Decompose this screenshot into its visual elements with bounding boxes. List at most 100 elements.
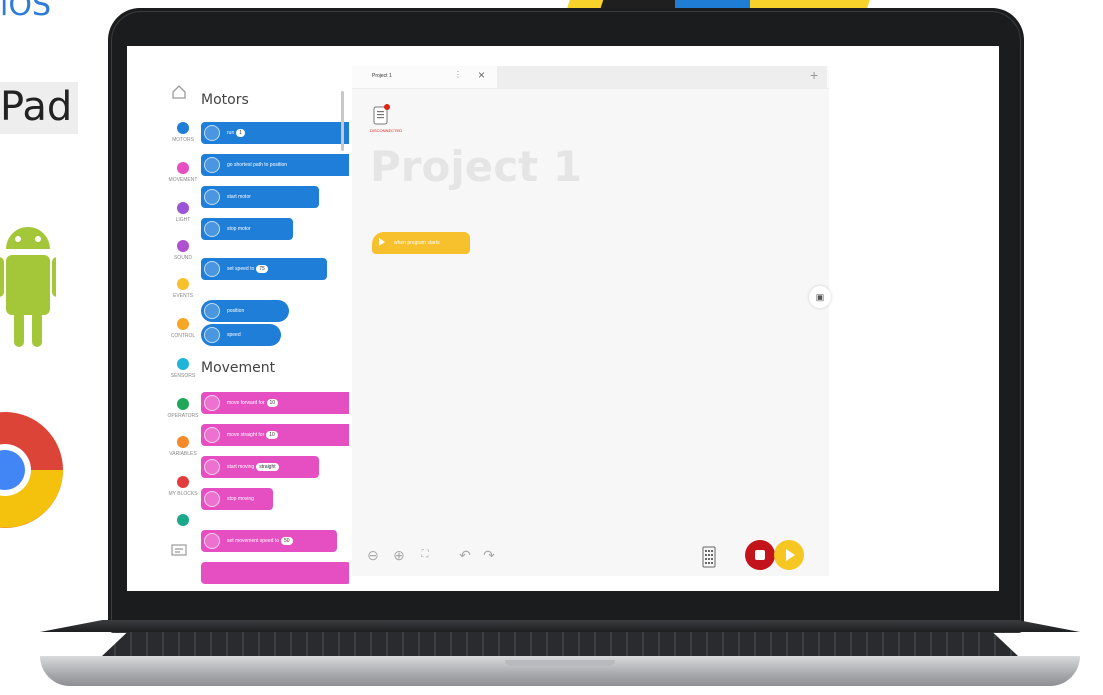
block-start-motor[interactable]: start motor: [201, 186, 319, 208]
block-text: position: [227, 308, 245, 314]
block-text: start motor: [227, 194, 251, 200]
block-input[interactable]: 50: [280, 537, 293, 545]
block-partial[interactable]: [201, 562, 349, 584]
category-label: LIGHT: [175, 217, 191, 223]
block-motor-position[interactable]: position: [201, 300, 289, 322]
category-dot: [177, 318, 189, 330]
motor-icon: [204, 221, 220, 237]
category-dot: [177, 162, 189, 174]
block-set-speed[interactable]: set speed to 75: [201, 258, 327, 280]
block-text: go shortest path to position: [227, 162, 288, 168]
block-text: start moving: [227, 464, 255, 470]
laptop-hinge: [40, 620, 1080, 632]
zoom-in-icon[interactable]: ⊕: [390, 546, 408, 564]
block-text: speed: [227, 332, 241, 338]
category-dot: [177, 436, 189, 448]
block-set-movement-speed[interactable]: set movement speed to 50: [201, 530, 337, 552]
block-text: set movement speed to: [227, 538, 279, 544]
block-motor-speed[interactable]: speed: [201, 324, 281, 346]
palette-heading-movement: Movement: [201, 360, 276, 376]
category-label: SOUND: [173, 255, 193, 261]
close-icon[interactable]: ×: [478, 68, 485, 82]
extensions-icon[interactable]: [171, 542, 187, 556]
category-label: MOTORS: [172, 137, 194, 143]
category-dot: [177, 358, 189, 370]
ios-label: iOS: [0, 0, 51, 23]
platform-list: iOS Pad: [0, 0, 110, 695]
home-icon[interactable]: [171, 84, 187, 100]
block-input[interactable]: 75: [256, 265, 268, 273]
block-text: move straight for: [227, 432, 265, 438]
category-dot: [177, 278, 189, 290]
block-when-program-starts[interactable]: when program starts: [372, 232, 470, 254]
block-input[interactable]: 1: [236, 129, 246, 137]
palette-scrollbar[interactable]: [341, 91, 344, 151]
hub-device-icon[interactable]: [372, 104, 390, 126]
category-dot: [177, 122, 189, 134]
block-move-for[interactable]: move forward for 10: [201, 392, 349, 414]
block-motor-go-position[interactable]: go shortest path to position: [201, 154, 349, 176]
redo-icon[interactable]: ↷: [480, 546, 498, 564]
ipad-label: Pad: [0, 82, 79, 134]
app-screen: MOTORS MOVEMENT LIGHT SOUND EVENTS CONTR…: [127, 46, 999, 591]
block-start-moving[interactable]: start moving straight: [201, 456, 319, 478]
undo-icon[interactable]: ↶: [456, 546, 474, 564]
movement-icon: [204, 533, 220, 549]
project-tab-bar: Project 1 ⋮ × +: [352, 66, 829, 89]
programming-canvas[interactable]: Project 1 ⋮ × + DISCONNECTED Project 1 w…: [352, 66, 829, 576]
motor-icon: [204, 327, 220, 343]
motor-icon: [204, 157, 220, 173]
category-label: OPERATORS: [167, 413, 199, 419]
stop-button[interactable]: [745, 540, 775, 570]
block-text: set speed to: [227, 266, 255, 272]
light-matrix-icon[interactable]: [702, 546, 716, 568]
zoom-out-icon[interactable]: ⊖: [364, 546, 382, 564]
category-dot: [177, 202, 189, 214]
block-text: move forward for: [227, 400, 265, 406]
palette-heading-motors: Motors: [201, 92, 249, 108]
category-label: CONTROL: [170, 333, 196, 339]
more-icon[interactable]: ⋮: [454, 70, 462, 79]
category-dot: [177, 476, 189, 488]
block-stop-motor[interactable]: stop motor: [201, 218, 293, 240]
android-logo-icon: [0, 227, 56, 347]
add-tab-icon[interactable]: +: [810, 67, 818, 83]
block-input[interactable]: 10: [266, 431, 278, 439]
motor-icon: [204, 125, 220, 141]
category-dot: [177, 240, 189, 252]
laptop-base: [40, 620, 1080, 686]
side-panel-toggle-icon[interactable]: ▣: [809, 286, 831, 308]
block-text: stop motor: [227, 226, 251, 232]
category-label: EVENTS: [172, 293, 193, 299]
block-input[interactable]: 10: [266, 399, 279, 407]
block-motor-run[interactable]: run 1: [201, 122, 349, 144]
tab-bar-empty: [497, 66, 827, 88]
motor-icon: [204, 189, 220, 205]
block-palette: Motors run 1 go shortest path to position…: [199, 88, 349, 591]
block-move-straight[interactable]: move straight for 10: [201, 424, 349, 446]
block-input[interactable]: straight: [256, 463, 279, 471]
project-title: Project 1: [370, 142, 583, 191]
category-dot: [177, 398, 189, 410]
laptop-notch: [505, 660, 615, 666]
category-label: SENSORS: [170, 373, 196, 379]
play-icon: [379, 238, 385, 246]
movement-icon: [204, 427, 220, 443]
chrome-logo-icon: [0, 412, 63, 528]
motor-icon: [204, 303, 220, 319]
project-tab-title[interactable]: Project 1: [372, 73, 392, 79]
block-text: run: [227, 130, 235, 136]
category-label: VARIABLES: [169, 451, 197, 457]
category-dot: [177, 514, 189, 526]
block-text: when program starts: [394, 240, 440, 246]
stop-icon: [755, 550, 765, 560]
motor-icon: [204, 261, 220, 277]
category-label: MY BLOCKS: [168, 491, 198, 497]
laptop-keyboard: [100, 632, 1020, 658]
movement-icon: [204, 491, 220, 507]
zoom-reset-icon[interactable]: ⛶: [416, 546, 434, 564]
block-text: stop moving: [227, 496, 254, 502]
play-button[interactable]: [774, 540, 804, 570]
movement-icon: [204, 395, 220, 411]
block-stop-moving[interactable]: stop moving: [201, 488, 273, 510]
